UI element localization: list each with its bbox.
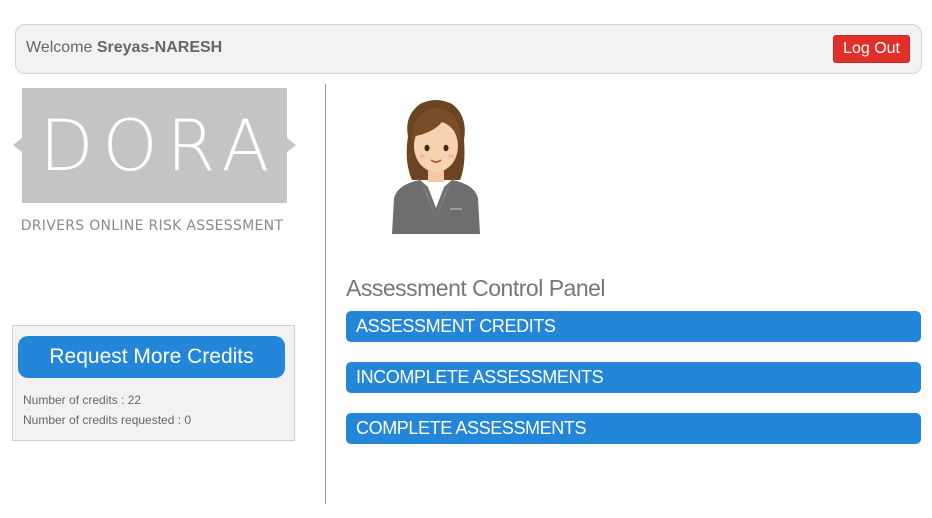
header-bar: Welcome Sreyas-NARESH Log Out — [15, 24, 922, 74]
businesswoman-avatar-icon — [392, 100, 480, 234]
username: Sreyas-NARESH — [96, 39, 223, 56]
credits-panel: Request More Credits Number of credits :… — [12, 325, 295, 441]
logo-text: DORA — [39, 104, 279, 187]
logo-notch-right — [287, 138, 296, 152]
logo-notch-left — [13, 138, 22, 152]
logo-box: DORA — [22, 88, 287, 203]
incomplete-assessments-button[interactable]: INCOMPLETE ASSESSMENTS — [346, 362, 921, 393]
logout-button[interactable]: Log Out — [833, 35, 910, 63]
assessment-credits-button[interactable]: ASSESSMENT CREDITS — [346, 311, 921, 342]
logo-subtitle: DRIVERS ONLINE RISK ASSESSMENT — [20, 218, 284, 234]
panel-title: Assessment Control Panel — [346, 275, 606, 301]
dora-logo: DORA — [12, 87, 296, 207]
welcome-prefix: Welcome — [26, 39, 93, 56]
request-more-credits-button[interactable]: Request More Credits — [18, 336, 285, 378]
column-divider — [325, 84, 326, 504]
number-of-credits-requested: Number of credits requested : 0 — [23, 413, 192, 427]
number-of-credits: Number of credits : 22 — [23, 393, 142, 407]
welcome-message: Welcome Sreyas-NARESH — [26, 39, 222, 57]
complete-assessments-button[interactable]: COMPLETE ASSESSMENTS — [346, 413, 921, 444]
